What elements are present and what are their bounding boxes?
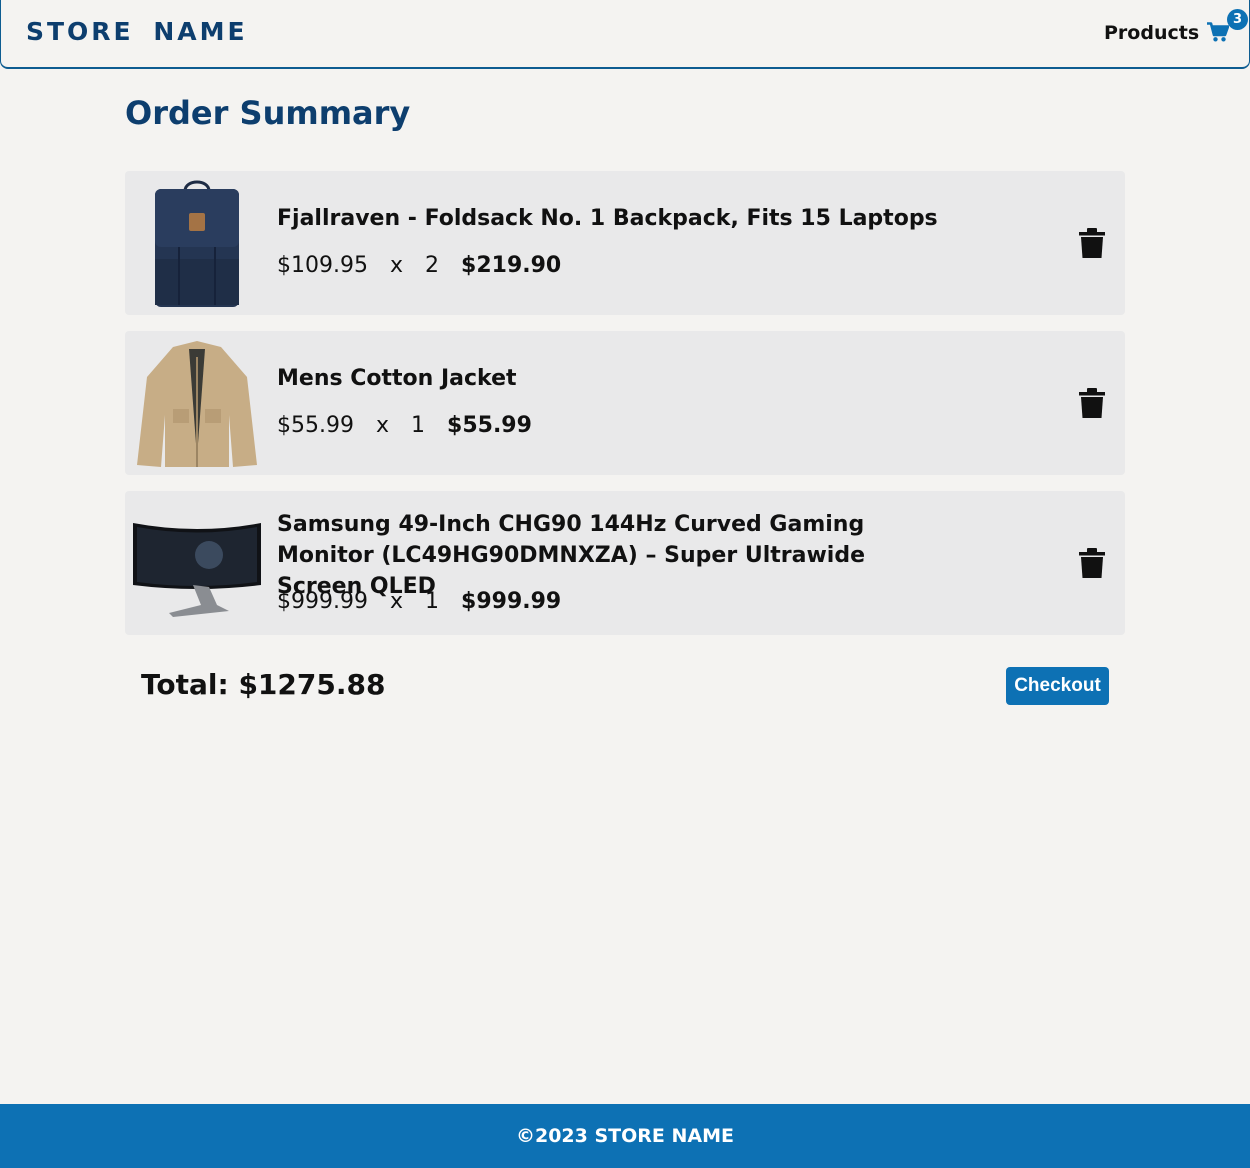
checkout-button[interactable]: Checkout: [1006, 667, 1109, 705]
nav-products-link[interactable]: Products: [1104, 22, 1199, 44]
product-image-jacket: [137, 341, 257, 467]
trash-icon[interactable]: [1079, 388, 1105, 418]
item-price-row: $999.99 x 1 $999.99: [277, 587, 561, 617]
item-name: Fjallraven - Foldsack No. 1 Backpack, Fi…: [277, 206, 938, 231]
item-quantity: 1: [411, 413, 426, 438]
cart-count-badge: 3: [1227, 9, 1248, 30]
cart-item: Mens Cotton Jacket $55.99 x 1 $55.99: [125, 331, 1125, 475]
order-total: Total: $1275.88: [141, 668, 386, 701]
cart-item: Fjallraven - Foldsack No. 1 Backpack, Fi…: [125, 171, 1125, 315]
item-line-total: $999.99: [461, 589, 562, 614]
item-times: x: [389, 253, 404, 278]
trash-icon[interactable]: [1079, 548, 1105, 578]
item-price-row: $109.95 x 2 $219.90: [277, 251, 561, 281]
product-image-backpack: [155, 180, 239, 307]
item-quantity: 2: [425, 253, 440, 278]
store-logo[interactable]: STORE NAME: [26, 17, 248, 46]
item-unit-price: $109.95: [277, 253, 368, 278]
item-name: Mens Cotton Jacket: [277, 366, 517, 391]
page-title: Order Summary: [125, 94, 411, 132]
item-times: x: [389, 589, 404, 614]
site-footer: ©2023 STORE NAME: [0, 1104, 1250, 1168]
product-image-monitor: [133, 523, 261, 617]
cart-item: Samsung 49-Inch CHG90 144Hz Curved Gamin…: [125, 491, 1125, 635]
item-line-total: $219.90: [461, 253, 562, 278]
trash-icon[interactable]: [1079, 228, 1105, 258]
site-header: STORE NAME Products 3: [0, 0, 1250, 69]
item-unit-price: $999.99: [277, 589, 368, 614]
item-price-row: $55.99 x 1 $55.99: [277, 411, 532, 441]
item-times: x: [375, 413, 390, 438]
shopping-cart-icon[interactable]: [1207, 22, 1229, 42]
item-quantity: 1: [425, 589, 440, 614]
item-unit-price: $55.99: [277, 413, 354, 438]
item-line-total: $55.99: [447, 413, 532, 438]
